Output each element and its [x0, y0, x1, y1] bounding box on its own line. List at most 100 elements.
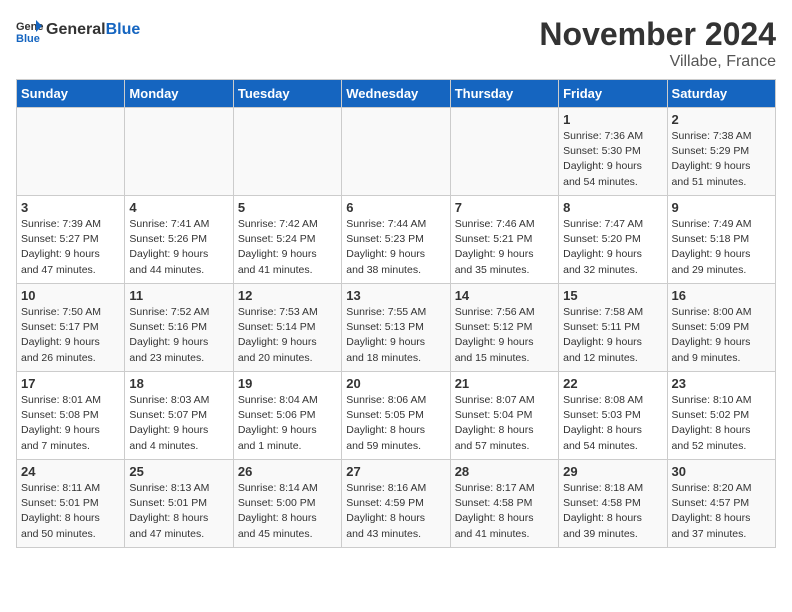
header-friday: Friday — [559, 80, 667, 108]
day-number: 3 — [21, 200, 120, 215]
day-detail: Sunrise: 8:07 AM Sunset: 5:04 PM Dayligh… — [455, 393, 554, 454]
day-number: 12 — [238, 288, 337, 303]
day-detail: Sunrise: 7:47 AM Sunset: 5:20 PM Dayligh… — [563, 217, 662, 278]
day-detail: Sunrise: 8:18 AM Sunset: 4:58 PM Dayligh… — [563, 481, 662, 542]
table-row: 14 Sunrise: 7:56 AM Sunset: 5:12 PM Dayli… — [450, 284, 558, 372]
day-detail: Sunrise: 7:41 AM Sunset: 5:26 PM Dayligh… — [129, 217, 228, 278]
day-number: 15 — [563, 288, 662, 303]
location-subtitle: Villabe, France — [539, 53, 776, 71]
table-row: 18 Sunrise: 8:03 AM Sunset: 5:07 PM Dayli… — [125, 372, 233, 460]
day-number: 4 — [129, 200, 228, 215]
day-number: 20 — [346, 376, 445, 391]
day-number: 6 — [346, 200, 445, 215]
day-detail: Sunrise: 7:44 AM Sunset: 5:23 PM Dayligh… — [346, 217, 445, 278]
day-detail: Sunrise: 7:36 AM Sunset: 5:30 PM Dayligh… — [563, 129, 662, 190]
day-number: 18 — [129, 376, 228, 391]
day-number: 21 — [455, 376, 554, 391]
page-header: General Blue GeneralBlue November 2024 V… — [16, 16, 776, 71]
day-number: 23 — [672, 376, 771, 391]
table-row — [17, 108, 125, 196]
calendar-week-row: 17Sunrise: 8:01 AM Sunset: 5:08 PM Dayli… — [17, 372, 776, 460]
table-row: 30Sunrise: 8:20 AM Sunset: 4:57 PM Dayli… — [667, 460, 775, 548]
day-detail: Sunrise: 7:56 AM Sunset: 5:12 PM Dayligh… — [455, 305, 554, 366]
day-detail: Sunrise: 7:49 AM Sunset: 5:18 PM Dayligh… — [672, 217, 771, 278]
day-number: 28 — [455, 464, 554, 479]
day-number: 19 — [238, 376, 337, 391]
header-wednesday: Wednesday — [342, 80, 450, 108]
table-row: 10Sunrise: 7:50 AM Sunset: 5:17 PM Dayli… — [17, 284, 125, 372]
day-number: 30 — [672, 464, 771, 479]
table-row: 23 Sunrise: 8:10 AM Sunset: 5:02 PM Dayli… — [667, 372, 775, 460]
day-number: 16 — [672, 288, 771, 303]
calendar-week-row: 1 Sunrise: 7:36 AM Sunset: 5:30 PM Daylig… — [17, 108, 776, 196]
table-row: 27 Sunrise: 8:16 AM Sunset: 4:59 PM Dayli… — [342, 460, 450, 548]
logo-general: GeneralBlue — [46, 22, 140, 38]
day-number: 5 — [238, 200, 337, 215]
table-row: 12 Sunrise: 7:53 AM Sunset: 5:14 PM Dayli… — [233, 284, 341, 372]
day-detail: Sunrise: 8:16 AM Sunset: 4:59 PM Dayligh… — [346, 481, 445, 542]
day-number: 7 — [455, 200, 554, 215]
day-detail: Sunrise: 8:06 AM Sunset: 5:05 PM Dayligh… — [346, 393, 445, 454]
day-number: 9 — [672, 200, 771, 215]
day-detail: Sunrise: 7:52 AM Sunset: 5:16 PM Dayligh… — [129, 305, 228, 366]
table-row: 21 Sunrise: 8:07 AM Sunset: 5:04 PM Dayli… — [450, 372, 558, 460]
day-detail: Sunrise: 8:04 AM Sunset: 5:06 PM Dayligh… — [238, 393, 337, 454]
day-number: 27 — [346, 464, 445, 479]
calendar-week-row: 3Sunrise: 7:39 AM Sunset: 5:27 PM Daylig… — [17, 196, 776, 284]
header-sunday: Sunday — [17, 80, 125, 108]
day-number: 13 — [346, 288, 445, 303]
header-saturday: Saturday — [667, 80, 775, 108]
day-detail: Sunrise: 7:53 AM Sunset: 5:14 PM Dayligh… — [238, 305, 337, 366]
day-number: 10 — [21, 288, 120, 303]
logo-icon: General Blue — [16, 16, 44, 44]
day-number: 24 — [21, 464, 120, 479]
table-row: 8 Sunrise: 7:47 AM Sunset: 5:20 PM Daylig… — [559, 196, 667, 284]
table-row — [233, 108, 341, 196]
table-row — [450, 108, 558, 196]
day-number: 2 — [672, 112, 771, 127]
month-title: November 2024 — [539, 16, 776, 53]
day-detail: Sunrise: 8:03 AM Sunset: 5:07 PM Dayligh… — [129, 393, 228, 454]
table-row: 28 Sunrise: 8:17 AM Sunset: 4:58 PM Dayli… — [450, 460, 558, 548]
table-row — [125, 108, 233, 196]
table-row: 29Sunrise: 8:18 AM Sunset: 4:58 PM Dayli… — [559, 460, 667, 548]
day-number: 22 — [563, 376, 662, 391]
day-detail: Sunrise: 8:13 AM Sunset: 5:01 PM Dayligh… — [129, 481, 228, 542]
day-detail: Sunrise: 8:11 AM Sunset: 5:01 PM Dayligh… — [21, 481, 120, 542]
table-row: 5 Sunrise: 7:42 AM Sunset: 5:24 PM Daylig… — [233, 196, 341, 284]
table-row: 17Sunrise: 8:01 AM Sunset: 5:08 PM Dayli… — [17, 372, 125, 460]
table-row: 16Sunrise: 8:00 AM Sunset: 5:09 PM Dayli… — [667, 284, 775, 372]
table-row: 6 Sunrise: 7:44 AM Sunset: 5:23 PM Daylig… — [342, 196, 450, 284]
day-detail: Sunrise: 8:10 AM Sunset: 5:02 PM Dayligh… — [672, 393, 771, 454]
table-row: 13 Sunrise: 7:55 AM Sunset: 5:13 PM Dayli… — [342, 284, 450, 372]
table-row: 19 Sunrise: 8:04 AM Sunset: 5:06 PM Dayli… — [233, 372, 341, 460]
day-detail: Sunrise: 7:55 AM Sunset: 5:13 PM Dayligh… — [346, 305, 445, 366]
day-detail: Sunrise: 7:38 AM Sunset: 5:29 PM Dayligh… — [672, 129, 771, 190]
calendar-table: Sunday Monday Tuesday Wednesday Thursday… — [16, 79, 776, 548]
table-row: 20 Sunrise: 8:06 AM Sunset: 5:05 PM Dayli… — [342, 372, 450, 460]
table-row: 7 Sunrise: 7:46 AM Sunset: 5:21 PM Daylig… — [450, 196, 558, 284]
day-detail: Sunrise: 8:17 AM Sunset: 4:58 PM Dayligh… — [455, 481, 554, 542]
table-row: 24 Sunrise: 8:11 AM Sunset: 5:01 PM Dayli… — [17, 460, 125, 548]
day-detail: Sunrise: 8:08 AM Sunset: 5:03 PM Dayligh… — [563, 393, 662, 454]
header-thursday: Thursday — [450, 80, 558, 108]
day-number: 25 — [129, 464, 228, 479]
day-detail: Sunrise: 7:46 AM Sunset: 5:21 PM Dayligh… — [455, 217, 554, 278]
calendar-header-row: Sunday Monday Tuesday Wednesday Thursday… — [17, 80, 776, 108]
day-detail: Sunrise: 8:14 AM Sunset: 5:00 PM Dayligh… — [238, 481, 337, 542]
day-number: 14 — [455, 288, 554, 303]
calendar-week-row: 24 Sunrise: 8:11 AM Sunset: 5:01 PM Dayli… — [17, 460, 776, 548]
logo: General Blue GeneralBlue — [16, 16, 140, 44]
title-area: November 2024 Villabe, France — [539, 16, 776, 71]
table-row: 2 Sunrise: 7:38 AM Sunset: 5:29 PM Daylig… — [667, 108, 775, 196]
header-monday: Monday — [125, 80, 233, 108]
svg-text:Blue: Blue — [16, 33, 40, 44]
calendar-week-row: 10Sunrise: 7:50 AM Sunset: 5:17 PM Dayli… — [17, 284, 776, 372]
day-number: 11 — [129, 288, 228, 303]
table-row: 9 Sunrise: 7:49 AM Sunset: 5:18 PM Daylig… — [667, 196, 775, 284]
table-row: 1 Sunrise: 7:36 AM Sunset: 5:30 PM Daylig… — [559, 108, 667, 196]
day-number: 1 — [563, 112, 662, 127]
day-detail: Sunrise: 7:42 AM Sunset: 5:24 PM Dayligh… — [238, 217, 337, 278]
table-row: 25 Sunrise: 8:13 AM Sunset: 5:01 PM Dayli… — [125, 460, 233, 548]
day-number: 8 — [563, 200, 662, 215]
